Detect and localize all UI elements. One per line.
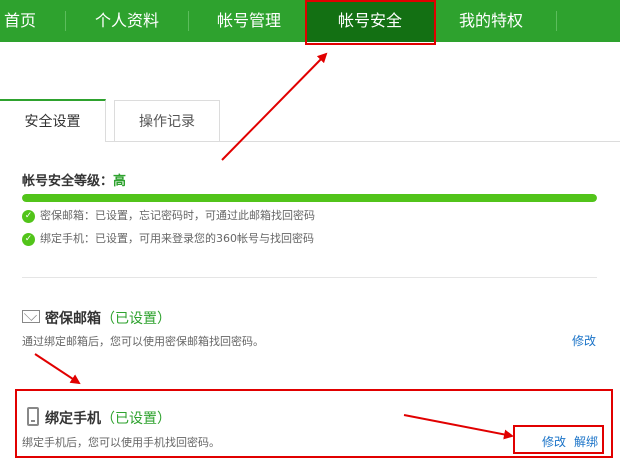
check-item-text: 绑定手机：已设置，可用来登录您的360帐号与找回密码 [40,232,314,245]
nav-item-profile[interactable]: 个人资料 [82,0,172,42]
phone-icon [27,407,39,426]
section-divider [22,277,597,278]
nav-separator [65,11,66,31]
security-progress-bar [22,194,597,202]
nav-separator [188,11,189,31]
nav-item-account-management[interactable]: 帐号管理 [204,0,294,42]
phone-modify-link[interactable]: 修改 [542,433,566,450]
check-item-email: ✓ 密保邮箱：已设置，忘记密码时，可通过此邮箱找回密码 [22,209,315,223]
annotation-arrows [34,52,514,440]
nav-separator [556,11,557,31]
phone-description: 绑定手机后，您可以使用手机找回密码。 [22,436,220,449]
tab-security-settings[interactable]: 安全设置 [0,99,106,142]
security-level: 帐号安全等级：高 [22,170,126,189]
tab-operation-log[interactable]: 操作记录 [114,100,220,141]
security-level-label: 帐号安全等级： [22,174,114,189]
check-icon: ✓ [22,232,35,246]
annotation-arrow [221,52,328,161]
phone-title-text: 绑定手机 [45,411,101,427]
email-title-text: 密保邮箱 [45,311,101,327]
check-item-phone: ✓ 绑定手机：已设置，可用来登录您的360帐号与找回密码 [22,232,314,246]
envelope-icon [22,310,40,323]
nav-item-privileges[interactable]: 我的特权 [446,0,536,42]
email-modify-link[interactable]: 修改 [572,332,596,349]
email-section-title: 密保邮箱（已设置） [45,308,171,328]
nav-item-account-security[interactable]: 帐号安全 [306,0,434,42]
nav-item-home[interactable]: 首页 [0,0,40,42]
check-icon: ✓ [22,209,35,223]
check-item-text: 密保邮箱：已设置，忘记密码时，可通过此邮箱找回密码 [40,209,315,222]
email-description: 通过绑定邮箱后，您可以使用密保邮箱找回密码。 [22,335,264,348]
annotation-arrow [34,353,81,385]
phone-unbind-link[interactable]: 解绑 [574,433,598,450]
email-status: （已设置） [101,311,171,327]
annotation-arrow [403,414,514,440]
top-nav: 首页 个人资料 帐号管理 帐号安全 我的特权 [0,0,620,42]
phone-section-title: 绑定手机（已设置） [45,408,171,428]
security-level-value: 高 [113,174,127,189]
security-progress-fill [22,194,597,202]
phone-status: （已设置） [101,411,171,427]
